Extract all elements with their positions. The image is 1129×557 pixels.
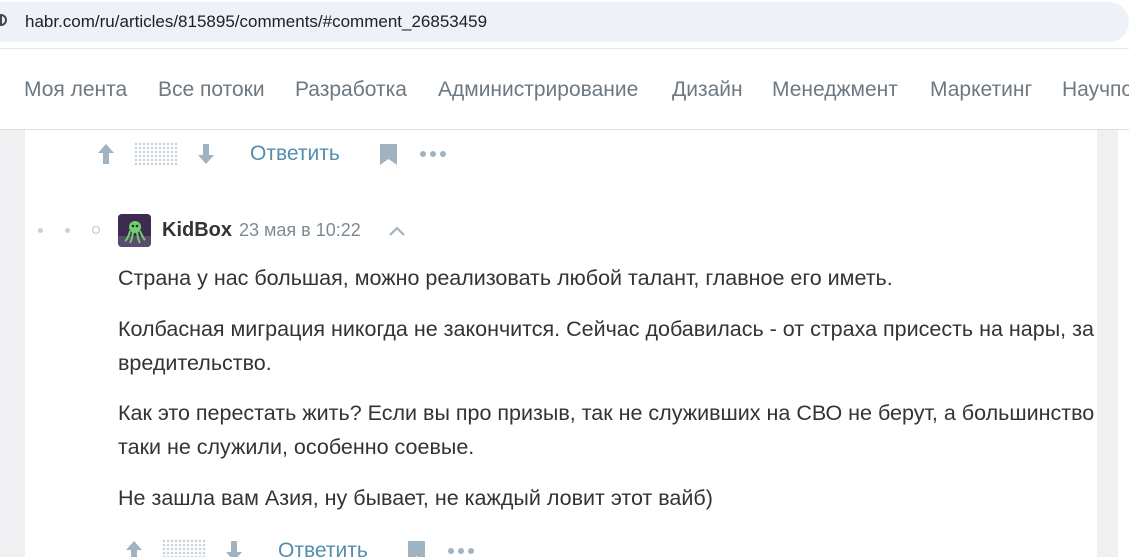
comment-paragraph: Страна у нас большая, можно реализовать … bbox=[118, 266, 893, 290]
arrow-up-icon[interactable] bbox=[96, 142, 116, 166]
rating-placeholder bbox=[134, 142, 178, 166]
arrow-up-icon[interactable] bbox=[124, 539, 144, 557]
reply-button[interactable]: Ответить bbox=[250, 142, 340, 166]
address-bar: habr.com/ru/articles/815895/comments/#co… bbox=[0, 0, 1129, 44]
comment-paragraph: Как это перестать жить? Если вы про приз… bbox=[118, 401, 1095, 459]
browser-window: habr.com/ru/articles/815895/comments/#co… bbox=[0, 0, 1129, 557]
avatar-octopus-icon bbox=[118, 214, 151, 247]
nav-item-marketing[interactable]: Маркетинг bbox=[930, 78, 1032, 102]
scrollbar-track[interactable] bbox=[1118, 130, 1129, 557]
site-icon[interactable] bbox=[0, 13, 8, 27]
thread-level-dot bbox=[38, 228, 43, 233]
avatar[interactable] bbox=[118, 214, 151, 247]
thread-level-ring bbox=[92, 226, 100, 234]
comment-paragraph: Колбасная миграция никогда не закончится… bbox=[118, 317, 1094, 375]
more-dots-icon[interactable] bbox=[419, 149, 447, 159]
more-dots-icon[interactable] bbox=[447, 546, 475, 556]
top-nav: Моя лента Все потоки Разработка Админист… bbox=[0, 49, 1129, 130]
nav-item-development[interactable]: Разработка bbox=[295, 78, 407, 102]
nav-item-all-streams[interactable]: Все потоки bbox=[158, 78, 265, 102]
nav-item-design[interactable]: Дизайн bbox=[672, 78, 743, 102]
thread-level-dot bbox=[65, 228, 70, 233]
comment-author[interactable]: KidBox bbox=[162, 219, 232, 242]
arrow-down-icon[interactable] bbox=[224, 539, 244, 557]
reply-button[interactable]: Ответить bbox=[278, 539, 368, 557]
bookmark-icon[interactable] bbox=[407, 540, 426, 557]
comment-timestamp[interactable]: 23 мая в 10:22 bbox=[239, 220, 361, 241]
url-text[interactable]: habr.com/ru/articles/815895/comments/#co… bbox=[25, 12, 487, 32]
chevron-up-icon[interactable] bbox=[388, 224, 406, 238]
nav-item-popsci[interactable]: Научпоп bbox=[1062, 78, 1129, 102]
comment-paragraph: Не зашла вам Азия, ну бывает, не каждый … bbox=[118, 486, 713, 510]
arrow-down-icon[interactable] bbox=[196, 142, 216, 166]
rating-placeholder bbox=[162, 539, 206, 557]
nav-item-management[interactable]: Менеджмент bbox=[772, 78, 898, 102]
nav-item-my-feed[interactable]: Моя лента bbox=[24, 78, 127, 102]
nav-item-administration[interactable]: Администрирование bbox=[438, 78, 638, 102]
bookmark-icon[interactable] bbox=[379, 143, 398, 166]
